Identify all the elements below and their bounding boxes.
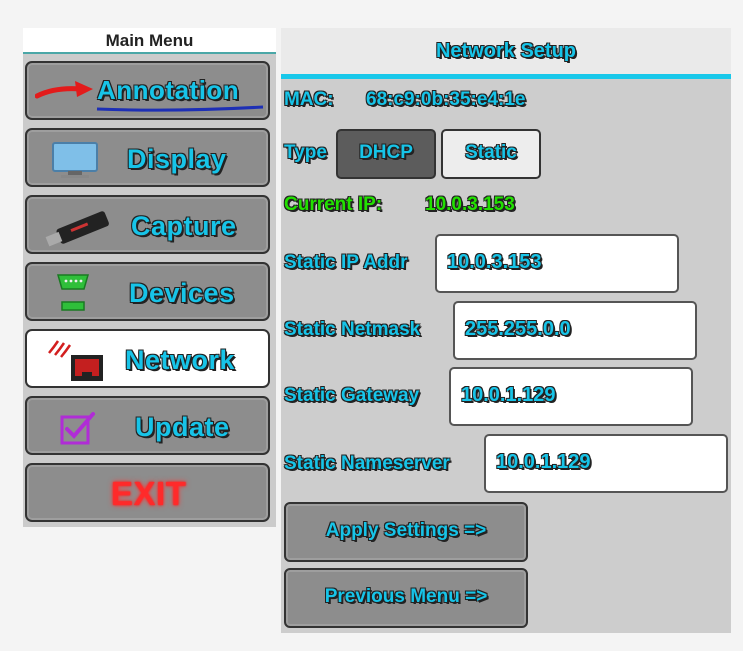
menu-button-capture[interactable]: Capture — [25, 195, 270, 254]
static-ip-value: 10.0.3.153 — [447, 251, 542, 273]
menu-button-exit[interactable]: EXIT — [25, 463, 270, 522]
current-ip-label: Current IP: — [284, 194, 383, 215]
static-ip-field[interactable]: 10.0.3.153 — [435, 234, 679, 293]
serial-port-icon — [57, 274, 89, 311]
static-netmask-label: Static Netmask — [284, 319, 421, 340]
checkbox-icon — [60, 412, 95, 445]
apply-settings-button[interactable]: Apply Settings => — [284, 502, 528, 562]
static-nameserver-value: 10.0.1.129 — [496, 451, 591, 473]
previous-menu-button[interactable]: Previous Menu => — [284, 568, 528, 628]
static-nameserver-label: Static Nameserver — [284, 453, 450, 474]
static-gateway-field[interactable]: 10.0.1.129 — [449, 367, 693, 426]
type-label: Type — [284, 142, 327, 163]
menu-label-display: Display — [127, 144, 227, 174]
usb-dongle-icon — [45, 211, 109, 247]
static-nameserver-field[interactable]: 10.0.1.129 — [484, 434, 728, 493]
menu-button-annotation[interactable]: Annotation — [25, 61, 270, 120]
main-menu-sidebar: Main Menu Annotation Display Capture Dev… — [23, 28, 276, 527]
menu-button-update[interactable]: Update — [25, 396, 270, 455]
dhcp-toggle-button[interactable]: DHCP — [336, 129, 436, 179]
network-port-icon — [48, 340, 103, 381]
menu-label-capture: Capture — [131, 211, 237, 241]
menu-button-devices[interactable]: Devices — [25, 262, 270, 321]
red-arrow-icon — [35, 81, 93, 99]
static-toggle-button[interactable]: Static — [441, 129, 541, 179]
menu-label-exit: EXIT — [111, 475, 187, 512]
menu-label-devices: Devices — [129, 278, 235, 308]
static-gateway-value: 10.0.1.129 — [461, 384, 556, 406]
mac-label: MAC: — [284, 89, 334, 110]
menu-label-annotation: Annotation — [97, 75, 240, 105]
menu-button-network[interactable]: Network — [25, 329, 270, 388]
current-ip-value: 10.0.3.153 — [425, 194, 515, 215]
main-menu-title: Main Menu — [23, 28, 276, 54]
static-netmask-field[interactable]: 255.255.0.0 — [453, 301, 697, 360]
static-ip-label: Static IP Addr — [284, 252, 408, 273]
menu-label-network: Network — [125, 345, 236, 375]
menu-button-display[interactable]: Display — [25, 128, 270, 187]
monitor-icon — [52, 142, 98, 178]
mac-value: 68:c9:0b:35:e4:1e — [366, 89, 526, 110]
network-setup-panel: Network Setup MAC: 68:c9:0b:35:e4:1e Typ… — [281, 28, 731, 633]
static-netmask-value: 255.255.0.0 — [465, 318, 571, 340]
menu-label-update: Update — [135, 412, 230, 442]
static-gateway-label: Static Gateway — [284, 385, 420, 406]
panel-title: Network Setup — [281, 28, 731, 79]
underline-scribble-icon — [96, 105, 264, 112]
